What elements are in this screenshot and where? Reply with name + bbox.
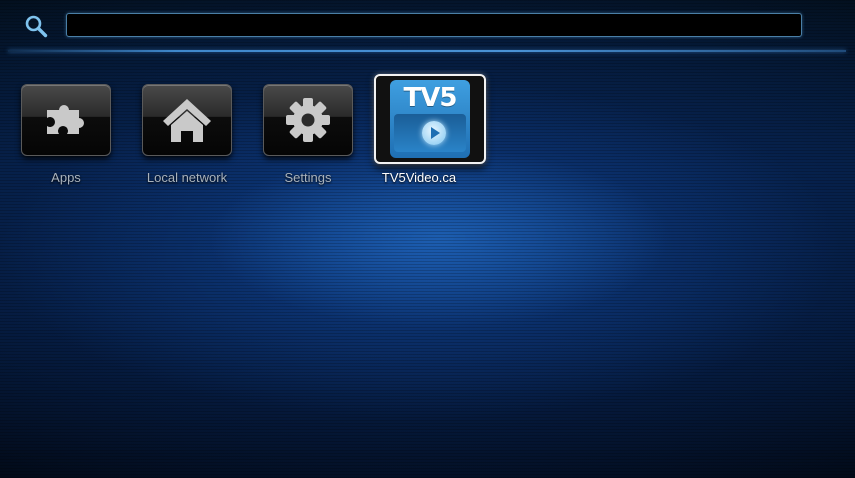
tile-apps-icon-box: [21, 84, 111, 156]
background-scanlines: [0, 0, 855, 478]
tile-local-network-label: Local network: [146, 170, 228, 185]
tile-settings[interactable]: Settings: [263, 84, 353, 194]
home-screen: Apps Local network Settings TV5 TV5Video…: [0, 0, 855, 478]
tile-local-network-icon-box: [142, 84, 232, 156]
tv5-logo-text: TV5: [403, 83, 458, 113]
tile-tv5video[interactable]: TV5 TV5Video.ca: [374, 74, 486, 185]
tile-settings-icon-box: [263, 84, 353, 156]
gear-icon: [286, 98, 330, 142]
header-divider: [8, 50, 846, 52]
search-icon[interactable]: [24, 14, 48, 38]
search-bar: [0, 0, 855, 52]
play-icon: [422, 121, 446, 145]
tile-local-network[interactable]: Local network: [142, 84, 232, 194]
tv5-logo: TV5: [390, 80, 470, 158]
tile-apps-label: Apps: [51, 170, 81, 185]
puzzle-icon: [47, 105, 85, 134]
tile-tv5video-icon-box: TV5: [374, 74, 486, 164]
tv5-logo-band: [394, 114, 466, 152]
search-input[interactable]: [66, 13, 802, 37]
tile-tv5video-label: TV5Video.ca: [381, 170, 457, 185]
house-icon: [163, 99, 211, 142]
tile-apps[interactable]: Apps: [21, 84, 111, 194]
